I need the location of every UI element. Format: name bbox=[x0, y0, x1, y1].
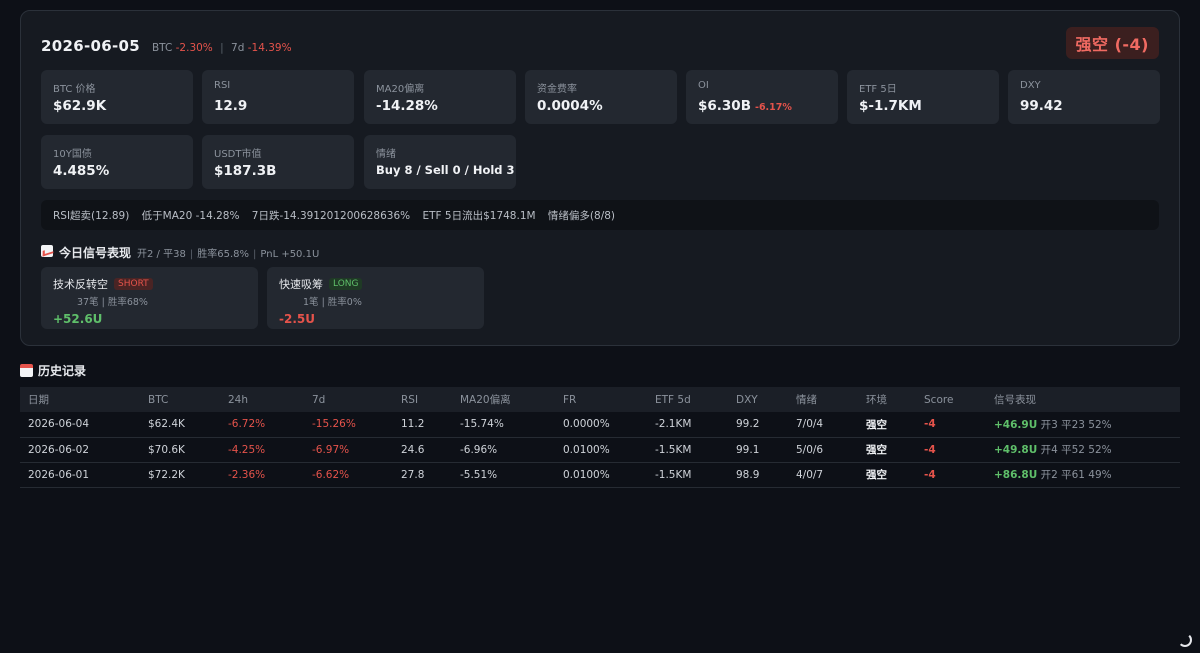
signal-card-accumulation-long[interactable]: 快速吸筹 LONG 1笔 | 胜率0% -2.5U bbox=[267, 267, 484, 329]
history-table: 日期 BTC 24h 7d RSI MA20偏离 FR ETF 5d DXY 情… bbox=[20, 387, 1180, 488]
metric-card-ma20: MA20偏离 -14.28% bbox=[364, 70, 516, 124]
btc-24h-change: -2.30% bbox=[175, 42, 213, 54]
loading-icon bbox=[1178, 633, 1192, 647]
chart-icon bbox=[41, 245, 53, 257]
oi-change: -6.17% bbox=[755, 102, 792, 113]
signal-card-reversal-short[interactable]: 技术反转空 SHORT 37笔 | 胜率68% +52.6U bbox=[41, 267, 258, 329]
metric-card-dxy: DXY 99.42 bbox=[1008, 70, 1160, 124]
signal-summary-bar: RSI超卖(12.89) 低于MA20 -14.28% 7日跌-14.39120… bbox=[41, 200, 1159, 230]
long-tag: LONG bbox=[329, 278, 363, 290]
header-changes: BTC -2.30% | 7d -14.39% bbox=[151, 42, 292, 54]
btc-7d-change: -14.39% bbox=[247, 42, 292, 54]
metric-card-rsi: RSI 12.9 bbox=[202, 70, 354, 124]
history-header-row: 日期 BTC 24h 7d RSI MA20偏离 FR ETF 5d DXY 情… bbox=[20, 387, 1180, 412]
table-row[interactable]: 2026-06-04 $62.4K -6.72% -15.26% 11.2 -1… bbox=[20, 412, 1180, 438]
report-date: 2026-06-05 bbox=[41, 37, 140, 55]
panel-header: 2026-06-05 BTC -2.30% | 7d -14.39% bbox=[41, 37, 292, 55]
signal-performance-header: 今日信号表现 开2 / 平38 | 胜率65.8% | PnL +50.1U bbox=[41, 244, 319, 261]
regime-badge: 强空 (-4) bbox=[1065, 27, 1159, 59]
metric-card-sentiment: 情绪 Buy 8 / Sell 0 / Hold 3 bbox=[364, 135, 516, 189]
market-overview-panel: 2026-06-05 BTC -2.30% | 7d -14.39% 强空 (-… bbox=[20, 10, 1180, 346]
metric-card-usdt: USDT市值 $187.3B bbox=[202, 135, 354, 189]
calendar-icon bbox=[20, 364, 33, 377]
metric-card-btc-price: BTC 价格 $62.9K bbox=[41, 70, 193, 124]
metric-card-etf: ETF 5日 $-1.7KM bbox=[847, 70, 999, 124]
table-row[interactable]: 2026-06-01 $72.2K -2.36% -6.62% 27.8 -5.… bbox=[20, 462, 1180, 488]
metric-card-funding-rate: 资金费率 0.0004% bbox=[525, 70, 677, 124]
metric-card-oi: OI $6.30B -6.17% bbox=[686, 70, 838, 124]
short-tag: SHORT bbox=[114, 278, 153, 290]
history-title: 历史记录 bbox=[20, 362, 86, 379]
metric-card-10y: 10Y国债 4.485% bbox=[41, 135, 193, 189]
table-row[interactable]: 2026-06-02 $70.6K -4.25% -6.97% 24.6 -6.… bbox=[20, 437, 1180, 463]
